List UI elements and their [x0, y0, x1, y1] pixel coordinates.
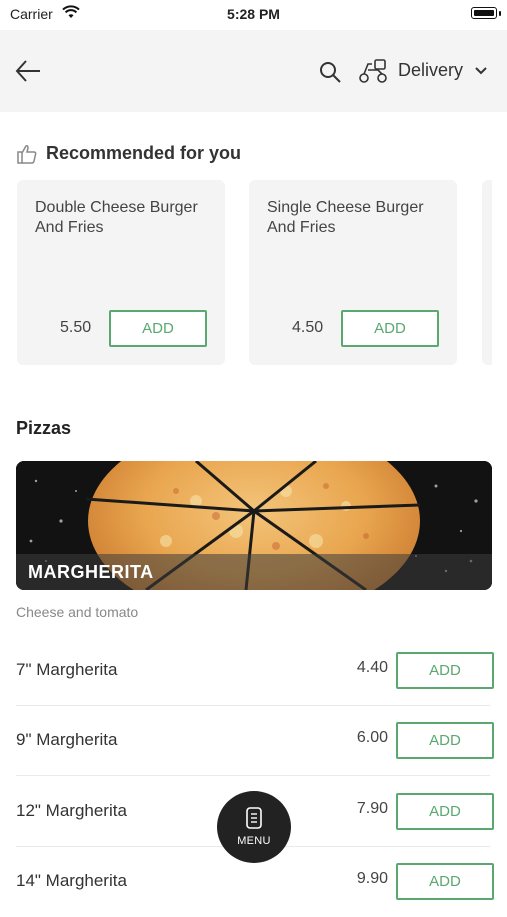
add-button[interactable]: ADD: [396, 793, 494, 830]
scooter-icon[interactable]: [358, 58, 388, 84]
card-item-price: 5.50: [60, 319, 92, 336]
category-banner[interactable]: MARGHERITA: [16, 461, 492, 590]
battery-icon: [471, 7, 497, 19]
item-name: 7" Margherita: [16, 660, 118, 679]
menu-button-label: MENU: [237, 835, 271, 847]
recommended-title: Recommended for you: [46, 143, 242, 163]
item-price: 6.00: [356, 729, 388, 746]
item-name: 12" Margherita: [16, 801, 127, 820]
add-button[interactable]: ADD: [341, 310, 439, 347]
menu-item-row[interactable]: 9" Margherita 6.00 ADD: [16, 706, 494, 776]
recommended-card-peek[interactable]: [482, 180, 492, 365]
status-bar: Carrier 5:28 PM: [0, 0, 507, 30]
top-bar: Delivery: [0, 30, 507, 112]
item-price: 4.40: [356, 659, 388, 676]
thumbs-up-icon: [17, 145, 37, 164]
menu-icon: [246, 807, 262, 829]
menu-button[interactable]: MENU: [217, 791, 291, 863]
add-button[interactable]: ADD: [109, 310, 207, 347]
item-price: 9.90: [356, 870, 388, 887]
item-name: 14" Margherita: [16, 871, 127, 890]
category-description: Cheese and tomato: [16, 604, 139, 620]
menu-item-row[interactable]: 7" Margherita 4.40 ADD: [16, 636, 494, 706]
chevron-down-icon[interactable]: [474, 66, 488, 76]
card-item-name: Double Cheese Burger And Fries: [35, 199, 198, 236]
add-button[interactable]: ADD: [396, 652, 494, 689]
item-name: 9" Margherita: [16, 730, 118, 749]
recommended-heading: Recommended for you: [16, 143, 241, 164]
clock: 5:28 PM: [227, 6, 280, 22]
banner-title: MARGHERITA: [28, 562, 154, 582]
delivery-mode-selector[interactable]: Delivery: [398, 60, 463, 81]
item-price: 7.90: [356, 800, 388, 817]
section-title: Pizzas: [16, 418, 72, 438]
card-item-price: 4.50: [292, 319, 324, 336]
add-button[interactable]: ADD: [396, 722, 494, 759]
recommended-card[interactable]: Single Cheese Burger And Fries 4.50 ADD: [249, 180, 457, 365]
add-button[interactable]: ADD: [396, 863, 494, 900]
back-arrow-icon[interactable]: [14, 58, 42, 84]
card-item-name: Single Cheese Burger And Fries: [267, 199, 424, 236]
search-icon[interactable]: [318, 60, 342, 84]
recommended-card[interactable]: Double Cheese Burger And Fries 5.50 ADD: [17, 180, 225, 365]
